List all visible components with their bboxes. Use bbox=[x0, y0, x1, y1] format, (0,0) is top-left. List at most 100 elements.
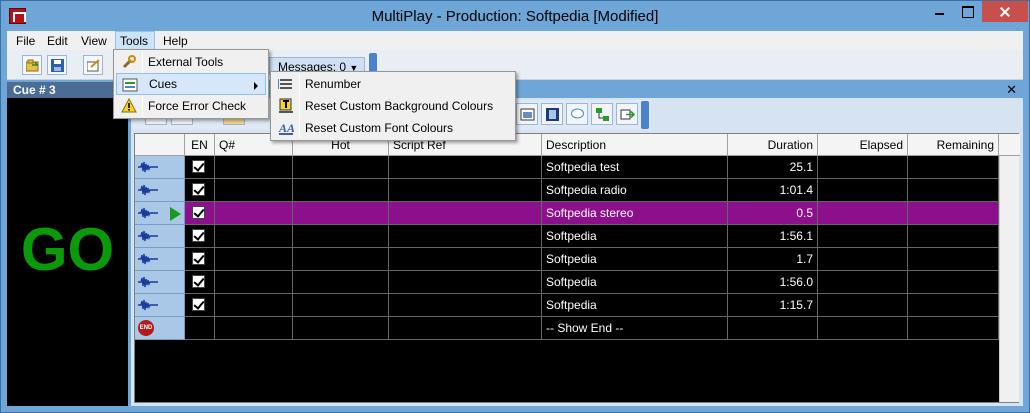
col-header-elapsed[interactable]: Elapsed bbox=[818, 134, 908, 156]
description-cell[interactable]: Softpedia test bbox=[542, 156, 728, 179]
enabled-checkbox[interactable] bbox=[192, 229, 205, 242]
elapsed-cell[interactable] bbox=[818, 271, 908, 294]
cue-image-button[interactable] bbox=[516, 103, 538, 125]
remaining-cell[interactable] bbox=[908, 225, 999, 248]
menu-item-renumber[interactable]: Renumber bbox=[273, 73, 513, 95]
col-header-en[interactable]: EN bbox=[185, 134, 215, 156]
hot-cell[interactable] bbox=[293, 248, 389, 271]
duration-cell[interactable]: 1:01.4 bbox=[728, 179, 818, 202]
script-ref-cell[interactable] bbox=[389, 225, 542, 248]
elapsed-cell[interactable] bbox=[818, 225, 908, 248]
q-cell[interactable] bbox=[215, 225, 293, 248]
cue-message-button[interactable] bbox=[566, 103, 588, 125]
description-cell[interactable]: Softpedia radio bbox=[542, 179, 728, 202]
row-type-cell[interactable] bbox=[135, 248, 185, 271]
script-ref-cell[interactable] bbox=[389, 248, 542, 271]
minimize-button[interactable] bbox=[926, 1, 952, 22]
elapsed-cell[interactable] bbox=[818, 202, 908, 225]
description-cell[interactable]: -- Show End -- bbox=[542, 317, 728, 340]
script-ref-cell[interactable] bbox=[389, 294, 542, 317]
description-cell[interactable]: Softpedia bbox=[542, 225, 728, 248]
duration-cell[interactable]: 1.7 bbox=[728, 248, 818, 271]
enabled-checkbox[interactable] bbox=[192, 275, 205, 288]
duration-cell[interactable]: 0.5 bbox=[728, 202, 818, 225]
enabled-cell[interactable] bbox=[185, 225, 215, 248]
row-type-cell[interactable] bbox=[135, 225, 185, 248]
enabled-checkbox[interactable] bbox=[192, 160, 205, 173]
table-row[interactable]: Softpedia 1.7 bbox=[135, 248, 999, 271]
remaining-cell[interactable] bbox=[908, 156, 999, 179]
description-cell[interactable]: Softpedia bbox=[542, 294, 728, 317]
enabled-checkbox[interactable] bbox=[192, 252, 205, 265]
table-row[interactable]: Softpedia test 25.1 bbox=[135, 156, 999, 179]
q-cell[interactable] bbox=[215, 294, 293, 317]
hot-cell[interactable] bbox=[293, 317, 389, 340]
enabled-checkbox[interactable] bbox=[192, 183, 205, 196]
elapsed-cell[interactable] bbox=[818, 156, 908, 179]
export-button[interactable] bbox=[83, 55, 103, 75]
menu-edit[interactable]: Edit bbox=[43, 33, 72, 49]
hot-cell[interactable] bbox=[293, 202, 389, 225]
hot-cell[interactable] bbox=[293, 156, 389, 179]
duration-cell[interactable]: 1:56.1 bbox=[728, 225, 818, 248]
remaining-cell[interactable] bbox=[908, 248, 999, 271]
table-row[interactable]: Softpedia 1:15.7 bbox=[135, 294, 999, 317]
open-button[interactable] bbox=[22, 55, 42, 75]
row-type-cell[interactable] bbox=[135, 294, 185, 317]
remaining-cell[interactable] bbox=[908, 271, 999, 294]
description-cell[interactable]: Softpedia bbox=[542, 248, 728, 271]
hot-cell[interactable] bbox=[293, 271, 389, 294]
enabled-cell[interactable] bbox=[185, 248, 215, 271]
row-type-cell[interactable] bbox=[135, 271, 185, 294]
duration-cell[interactable] bbox=[728, 317, 818, 340]
enabled-cell[interactable] bbox=[185, 294, 215, 317]
menu-tools[interactable]: Tools bbox=[115, 31, 155, 50]
duration-cell[interactable]: 1:56.0 bbox=[728, 271, 818, 294]
enabled-checkbox[interactable] bbox=[192, 298, 205, 311]
cue-network-button[interactable] bbox=[591, 103, 613, 125]
menu-item-reset-bg-colours[interactable]: Reset Custom Background Colours bbox=[273, 95, 513, 117]
duration-cell[interactable]: 25.1 bbox=[728, 156, 818, 179]
q-cell[interactable] bbox=[215, 179, 293, 202]
remaining-cell[interactable] bbox=[908, 294, 999, 317]
hot-cell[interactable] bbox=[293, 294, 389, 317]
menu-help[interactable]: Help bbox=[159, 33, 192, 49]
close-icon[interactable]: ✕ bbox=[1006, 82, 1017, 98]
hot-cell[interactable] bbox=[293, 225, 389, 248]
remaining-cell[interactable] bbox=[908, 202, 999, 225]
row-type-cell[interactable]: END bbox=[135, 317, 185, 340]
q-cell[interactable] bbox=[215, 317, 293, 340]
col-header-duration[interactable]: Duration bbox=[728, 134, 818, 156]
elapsed-cell[interactable] bbox=[818, 179, 908, 202]
menu-file[interactable]: File bbox=[12, 33, 39, 49]
duration-cell[interactable]: 1:15.7 bbox=[728, 294, 818, 317]
cue-goto-button[interactable] bbox=[616, 103, 638, 125]
script-ref-cell[interactable] bbox=[389, 271, 542, 294]
enabled-cell[interactable] bbox=[185, 271, 215, 294]
script-ref-cell[interactable] bbox=[389, 156, 542, 179]
q-cell[interactable] bbox=[215, 156, 293, 179]
elapsed-cell[interactable] bbox=[818, 248, 908, 271]
col-header-remaining[interactable]: Remaining bbox=[908, 134, 999, 156]
description-cell[interactable]: Softpedia stereo bbox=[542, 202, 728, 225]
enabled-checkbox[interactable] bbox=[192, 206, 205, 219]
hot-cell[interactable] bbox=[293, 179, 389, 202]
maximize-button[interactable] bbox=[954, 1, 980, 22]
elapsed-cell[interactable] bbox=[818, 294, 908, 317]
row-type-cell[interactable] bbox=[135, 202, 185, 225]
col-header-description[interactable]: Description bbox=[542, 134, 728, 156]
row-type-cell[interactable] bbox=[135, 179, 185, 202]
cue-video-button[interactable] bbox=[541, 103, 563, 125]
enabled-cell[interactable] bbox=[185, 202, 215, 225]
elapsed-cell[interactable] bbox=[818, 317, 908, 340]
enabled-cell[interactable] bbox=[185, 179, 215, 202]
remaining-cell[interactable] bbox=[908, 179, 999, 202]
save-button[interactable] bbox=[47, 55, 67, 75]
menu-item-force-error-check[interactable]: Force Error Check bbox=[116, 95, 266, 117]
q-cell[interactable] bbox=[215, 271, 293, 294]
remaining-cell[interactable] bbox=[908, 317, 999, 340]
table-row[interactable]: Softpedia 1:56.0 bbox=[135, 271, 999, 294]
table-row[interactable]: END -- Show End -- bbox=[135, 317, 999, 340]
close-button[interactable] bbox=[982, 1, 1028, 22]
go-panel[interactable]: GO bbox=[7, 98, 128, 406]
